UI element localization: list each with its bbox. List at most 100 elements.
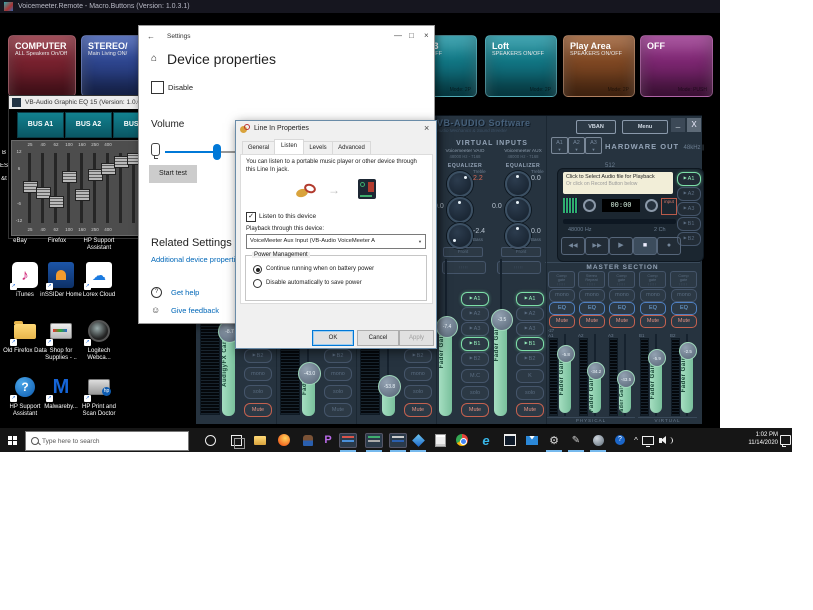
settings-gear-icon[interactable]: ⚙ bbox=[542, 428, 566, 452]
fader-body[interactable]: Fader Gain bbox=[494, 319, 507, 416]
action-center-icon[interactable] bbox=[778, 428, 792, 452]
malwarebytes-icon[interactable]: M ↗ bbox=[48, 374, 74, 400]
desktop-icon-label[interactable]: Firefox bbox=[38, 238, 76, 245]
eq-button[interactable]: EQ bbox=[549, 302, 575, 315]
folder-icon[interactable]: ↗ bbox=[12, 318, 38, 344]
mc-button[interactable]: M.C bbox=[461, 369, 489, 383]
solo-button[interactable]: solo bbox=[461, 386, 489, 400]
bus-b2-button[interactable]: B2 bbox=[244, 349, 272, 363]
bus-a2-button[interactable]: A2 bbox=[461, 307, 489, 321]
eq-slider-handle[interactable] bbox=[62, 171, 77, 183]
macro-button-play-area[interactable]: Play Area SPEAKERS ON/OFF Mode: 2P bbox=[563, 35, 635, 97]
macro-button-computer[interactable]: COMPUTER ALL Speakers On/Off bbox=[8, 35, 76, 97]
bus-b2-button[interactable]: B2 bbox=[461, 352, 489, 366]
eq-slider-handle[interactable] bbox=[49, 196, 64, 208]
cortana-icon[interactable] bbox=[198, 428, 222, 452]
solo-button[interactable]: solo bbox=[516, 386, 544, 400]
bus-b2-button[interactable]: B2 bbox=[324, 349, 352, 363]
voicemeeter-taskbar-window[interactable] bbox=[362, 428, 386, 452]
close-icon[interactable]: × bbox=[424, 31, 429, 40]
mute-button[interactable]: Mute bbox=[404, 403, 432, 417]
mute-button[interactable]: Mute bbox=[516, 403, 544, 417]
ok-button[interactable]: OK bbox=[312, 330, 354, 346]
webcam-icon[interactable]: ↗ bbox=[86, 318, 112, 344]
fader-body[interactable]: AudigyFX Card bbox=[222, 331, 235, 416]
apply-button[interactable]: Apply bbox=[399, 330, 434, 346]
eq-button[interactable]: EQ bbox=[609, 302, 635, 315]
desktop-icon-label[interactable]: HP Support Assistant bbox=[78, 238, 120, 252]
fader-handle[interactable]: -53.8 bbox=[378, 375, 401, 398]
tab-levels[interactable]: Levels bbox=[303, 141, 333, 155]
fader-handle[interactable]: -3.5 bbox=[491, 309, 513, 331]
get-help-link[interactable]: Get help bbox=[171, 288, 199, 297]
hp-support-assistant-icon[interactable]: ? ↗ bbox=[12, 374, 38, 400]
desktop-icon-label[interactable]: eBay bbox=[2, 238, 38, 245]
mute-button[interactable]: Mute bbox=[671, 315, 697, 328]
busmode-selector[interactable]: Compgate ||||| bbox=[608, 271, 635, 288]
disable-checkbox[interactable] bbox=[151, 81, 164, 94]
task-view-icon[interactable] bbox=[224, 428, 248, 452]
fader-handle[interactable]: -43.0 bbox=[298, 362, 321, 385]
additional-device-properties-link[interactable]: Additional device properties bbox=[151, 255, 243, 264]
maximize-icon[interactable]: □ bbox=[409, 31, 414, 40]
eq-button[interactable]: EQ bbox=[671, 302, 697, 315]
globe-app-icon[interactable] bbox=[586, 428, 610, 452]
volume-slider-handle[interactable] bbox=[213, 144, 221, 160]
start-test-button[interactable]: Start test bbox=[149, 165, 197, 183]
desktop-icon-label[interactable]: Logitech Webca... bbox=[77, 348, 121, 362]
printer-icon[interactable]: ↗ bbox=[48, 318, 74, 344]
mute-button[interactable]: Mute bbox=[324, 403, 352, 417]
volume-icon[interactable] bbox=[648, 428, 672, 452]
busmode-selector[interactable]: StereoRepeat ||||| bbox=[578, 271, 605, 288]
itunes-icon[interactable]: ♪ ↗ bbox=[12, 262, 38, 288]
busmode-selector[interactable]: Compgate ||||| bbox=[670, 271, 697, 288]
macro-button-off[interactable]: OFF Mode: PUSH bbox=[640, 35, 713, 97]
bus-a1-button[interactable]: A1 bbox=[461, 292, 489, 306]
microsoft-store-icon[interactable] bbox=[498, 428, 522, 452]
eq-button[interactable]: EQ bbox=[640, 302, 666, 315]
solo-button[interactable]: solo bbox=[324, 385, 352, 399]
solo-button[interactable]: solo bbox=[404, 385, 432, 399]
bus-a1-button[interactable]: A1 bbox=[516, 292, 544, 306]
clock[interactable]: 1:02 PM 11/14/2020 bbox=[736, 431, 778, 447]
bus-b1-button[interactable]: B1 bbox=[461, 337, 489, 351]
tab-general[interactable]: General bbox=[242, 141, 275, 155]
bus-a2-button[interactable]: A2 bbox=[516, 307, 544, 321]
notepad-icon[interactable] bbox=[428, 428, 452, 452]
search-input[interactable]: Type here to search bbox=[25, 431, 189, 451]
busmode-selector[interactable]: ||||| bbox=[442, 261, 486, 274]
mute-button[interactable]: Mute bbox=[609, 315, 635, 328]
tab-advanced[interactable]: Advanced bbox=[332, 141, 371, 155]
listen-checkbox[interactable]: ✓ bbox=[246, 212, 256, 222]
snip-sketch-icon[interactable]: ✎ bbox=[564, 428, 588, 452]
start-button[interactable] bbox=[0, 428, 24, 452]
lorex-cloud-icon[interactable]: ☁ ↗ bbox=[86, 262, 112, 288]
macro-button-loft[interactable]: Loft SPEAKERS ON/OFF Mode: 2P bbox=[485, 35, 557, 97]
close-icon[interactable]: × bbox=[424, 123, 429, 133]
mono-button[interactable]: mono bbox=[549, 289, 575, 302]
radio-disable-auto[interactable] bbox=[253, 279, 262, 288]
busmode-selector[interactable]: Compgate ||||| bbox=[639, 271, 666, 288]
bus-b2-button[interactable]: B2 bbox=[404, 349, 432, 363]
tab-listen[interactable]: Listen bbox=[274, 139, 304, 155]
mute-button[interactable]: Mute bbox=[579, 315, 605, 328]
minimize-icon[interactable]: — bbox=[394, 31, 402, 40]
mono-button[interactable]: mono bbox=[671, 289, 697, 302]
back-icon[interactable]: ← bbox=[147, 32, 155, 41]
fader-handle[interactable]: -34.2 bbox=[587, 362, 605, 380]
mono-button[interactable]: mono bbox=[579, 289, 605, 302]
desktop-icon-label[interactable]: Lorex Cloud bbox=[77, 292, 121, 299]
mute-button[interactable]: Mute bbox=[461, 403, 489, 417]
firefox-icon[interactable] bbox=[272, 428, 296, 452]
tab-bus-a2[interactable]: BUS A2 bbox=[65, 112, 112, 138]
playback-device-dropdown[interactable]: VoiceMeeter Aux Input (VB-Audio VoiceMee… bbox=[246, 234, 426, 249]
edge-icon[interactable]: e bbox=[474, 428, 498, 452]
fader-handle[interactable]: -2.5 bbox=[679, 342, 697, 360]
give-feedback-link[interactable]: Give feedback bbox=[171, 306, 219, 315]
inssider-icon[interactable]: ↗ bbox=[48, 262, 74, 288]
fader-handle[interactable]: -7.4 bbox=[436, 316, 458, 338]
mute-button[interactable]: Mute bbox=[640, 315, 666, 328]
radio-continue-running[interactable] bbox=[253, 265, 262, 274]
mono-button[interactable]: mono bbox=[324, 367, 352, 381]
mono-button[interactable]: mono bbox=[640, 289, 666, 302]
